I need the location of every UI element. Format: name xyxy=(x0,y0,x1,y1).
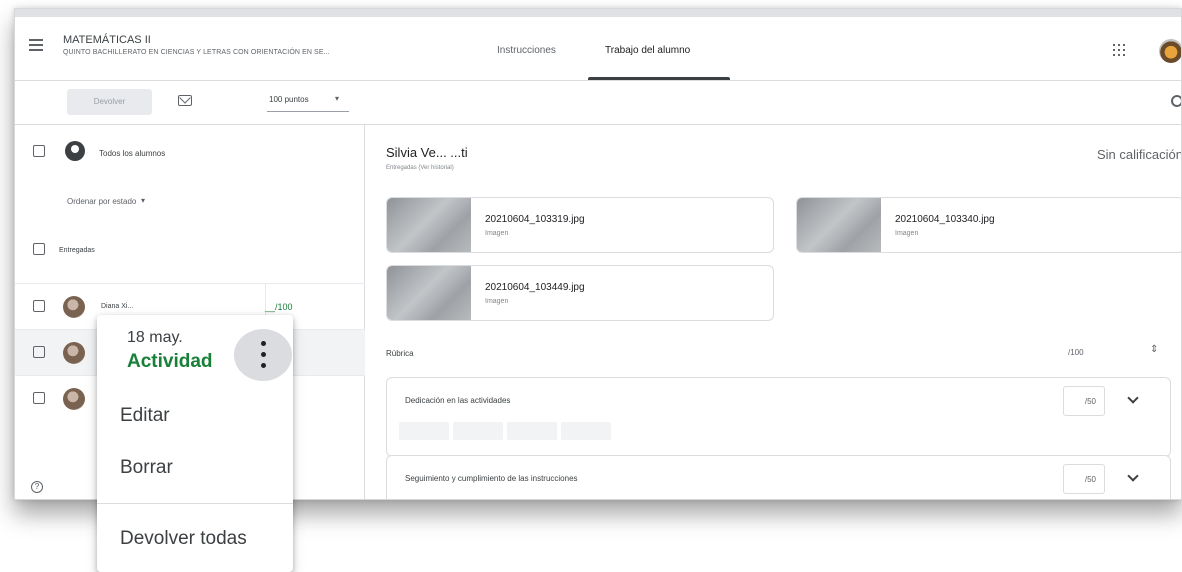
help-icon[interactable]: ? xyxy=(31,481,43,493)
chevron-down-icon[interactable]: ▾ xyxy=(335,94,339,103)
rubric-level[interactable] xyxy=(399,422,449,440)
all-students-label[interactable]: Todos los alumnos xyxy=(99,149,165,158)
attachment-name: 20210604_103340.jpg xyxy=(895,214,995,225)
divider xyxy=(97,503,293,504)
points-underline xyxy=(267,111,349,112)
menu-item-delete[interactable]: Borrar xyxy=(120,457,173,479)
grade-status: Sin calificación xyxy=(1097,147,1182,162)
rubric-total: /100 xyxy=(1068,348,1084,357)
sort-icon[interactable]: ⇕ xyxy=(1150,344,1158,355)
avatar xyxy=(63,296,85,318)
attachment-card[interactable]: 20210604_103340.jpg Imagen xyxy=(796,197,1181,253)
menu-date: 18 may. xyxy=(127,329,183,346)
chevron-down-icon[interactable] xyxy=(1127,392,1139,404)
mail-icon[interactable] xyxy=(178,95,192,106)
people-icon xyxy=(65,141,85,161)
course-subtitle: QUINTO BACHILLERATO EN CIENCIAS Y LETRAS… xyxy=(63,49,330,56)
attachment-card[interactable]: 20210604_103319.jpg Imagen xyxy=(386,197,774,253)
menu-activity-label: Actividad xyxy=(127,351,213,372)
select-all-checkbox[interactable] xyxy=(33,145,45,157)
attachment-card[interactable]: 20210604_103449.jpg Imagen xyxy=(386,265,774,321)
course-title: MATEMÁTICAS II xyxy=(63,34,151,46)
criterion-name: Seguimiento y cumplimiento de las instru… xyxy=(405,474,578,483)
submission-status[interactable]: Entregadas (Ver historial) xyxy=(386,165,454,171)
context-menu: 18 may. Actividad Editar Borrar Devolver… xyxy=(97,315,293,572)
attachment-name: 20210604_103319.jpg xyxy=(485,214,585,225)
avatar xyxy=(63,388,85,410)
more-vert-icon[interactable] xyxy=(234,329,292,381)
account-avatar[interactable] xyxy=(1159,39,1181,63)
student-checkbox[interactable] xyxy=(33,300,45,312)
attachment-type: Imagen xyxy=(485,298,509,305)
tab-instructions[interactable]: Instrucciones xyxy=(497,45,556,56)
rubric-criterion[interactable]: Seguimiento y cumplimiento de las instru… xyxy=(386,455,1171,499)
attachment-type: Imagen xyxy=(485,230,509,237)
rubric-criterion[interactable]: Dedicación en las actividades /50 xyxy=(386,377,1171,457)
apps-icon[interactable] xyxy=(1113,44,1125,56)
criterion-score-input[interactable]: /50 xyxy=(1063,464,1105,494)
section-checkbox[interactable] xyxy=(33,243,45,255)
menu-icon[interactable] xyxy=(29,39,43,51)
avatar xyxy=(63,342,85,364)
chevron-down-icon[interactable] xyxy=(1127,470,1139,482)
grading-toolbar: Devolver 100 puntos ▾ xyxy=(15,81,1181,125)
student-score[interactable]: __/100 xyxy=(265,302,293,312)
screenshot-stage: MATEMÁTICAS II QUINTO BACHILLERATO EN CI… xyxy=(0,0,1182,572)
attachment-thumbnail xyxy=(387,198,471,252)
browser-strip xyxy=(15,9,1181,17)
criterion-score-input[interactable]: /50 xyxy=(1063,386,1105,416)
rubric-level[interactable] xyxy=(561,422,611,440)
section-label: Entregadas xyxy=(59,247,95,254)
chevron-down-icon[interactable]: ▾ xyxy=(141,196,145,205)
student-name: Diana Xi... xyxy=(101,303,134,310)
attachment-type: Imagen xyxy=(895,230,919,237)
return-button[interactable]: Devolver xyxy=(67,89,152,115)
sort-dropdown[interactable]: Ordenar por estado xyxy=(67,197,136,206)
settings-icon[interactable] xyxy=(1171,95,1181,107)
criterion-name: Dedicación en las actividades xyxy=(405,396,511,405)
points-select[interactable]: 100 puntos xyxy=(269,95,309,104)
menu-item-return-all[interactable]: Devolver todas xyxy=(120,528,247,550)
menu-item-edit[interactable]: Editar xyxy=(120,405,170,427)
attachment-name: 20210604_103449.jpg xyxy=(485,282,585,293)
attachment-thumbnail xyxy=(387,266,471,320)
student-checkbox[interactable] xyxy=(33,346,45,358)
tab-student-work[interactable]: Trabajo del alumno xyxy=(605,45,690,56)
submission-panel: Silvia Ve... ...ti Entregadas (Ver histo… xyxy=(366,125,1182,499)
rubric-level[interactable] xyxy=(507,422,557,440)
rubric-title: Rúbrica xyxy=(386,349,414,358)
app-header: MATEMÁTICAS II QUINTO BACHILLERATO EN CI… xyxy=(15,17,1181,81)
active-tab-indicator xyxy=(588,77,730,80)
student-name-title: Silvia Ve... ...ti xyxy=(386,145,468,160)
attachment-thumbnail xyxy=(797,198,881,252)
rubric-level[interactable] xyxy=(453,422,503,440)
student-checkbox[interactable] xyxy=(33,392,45,404)
